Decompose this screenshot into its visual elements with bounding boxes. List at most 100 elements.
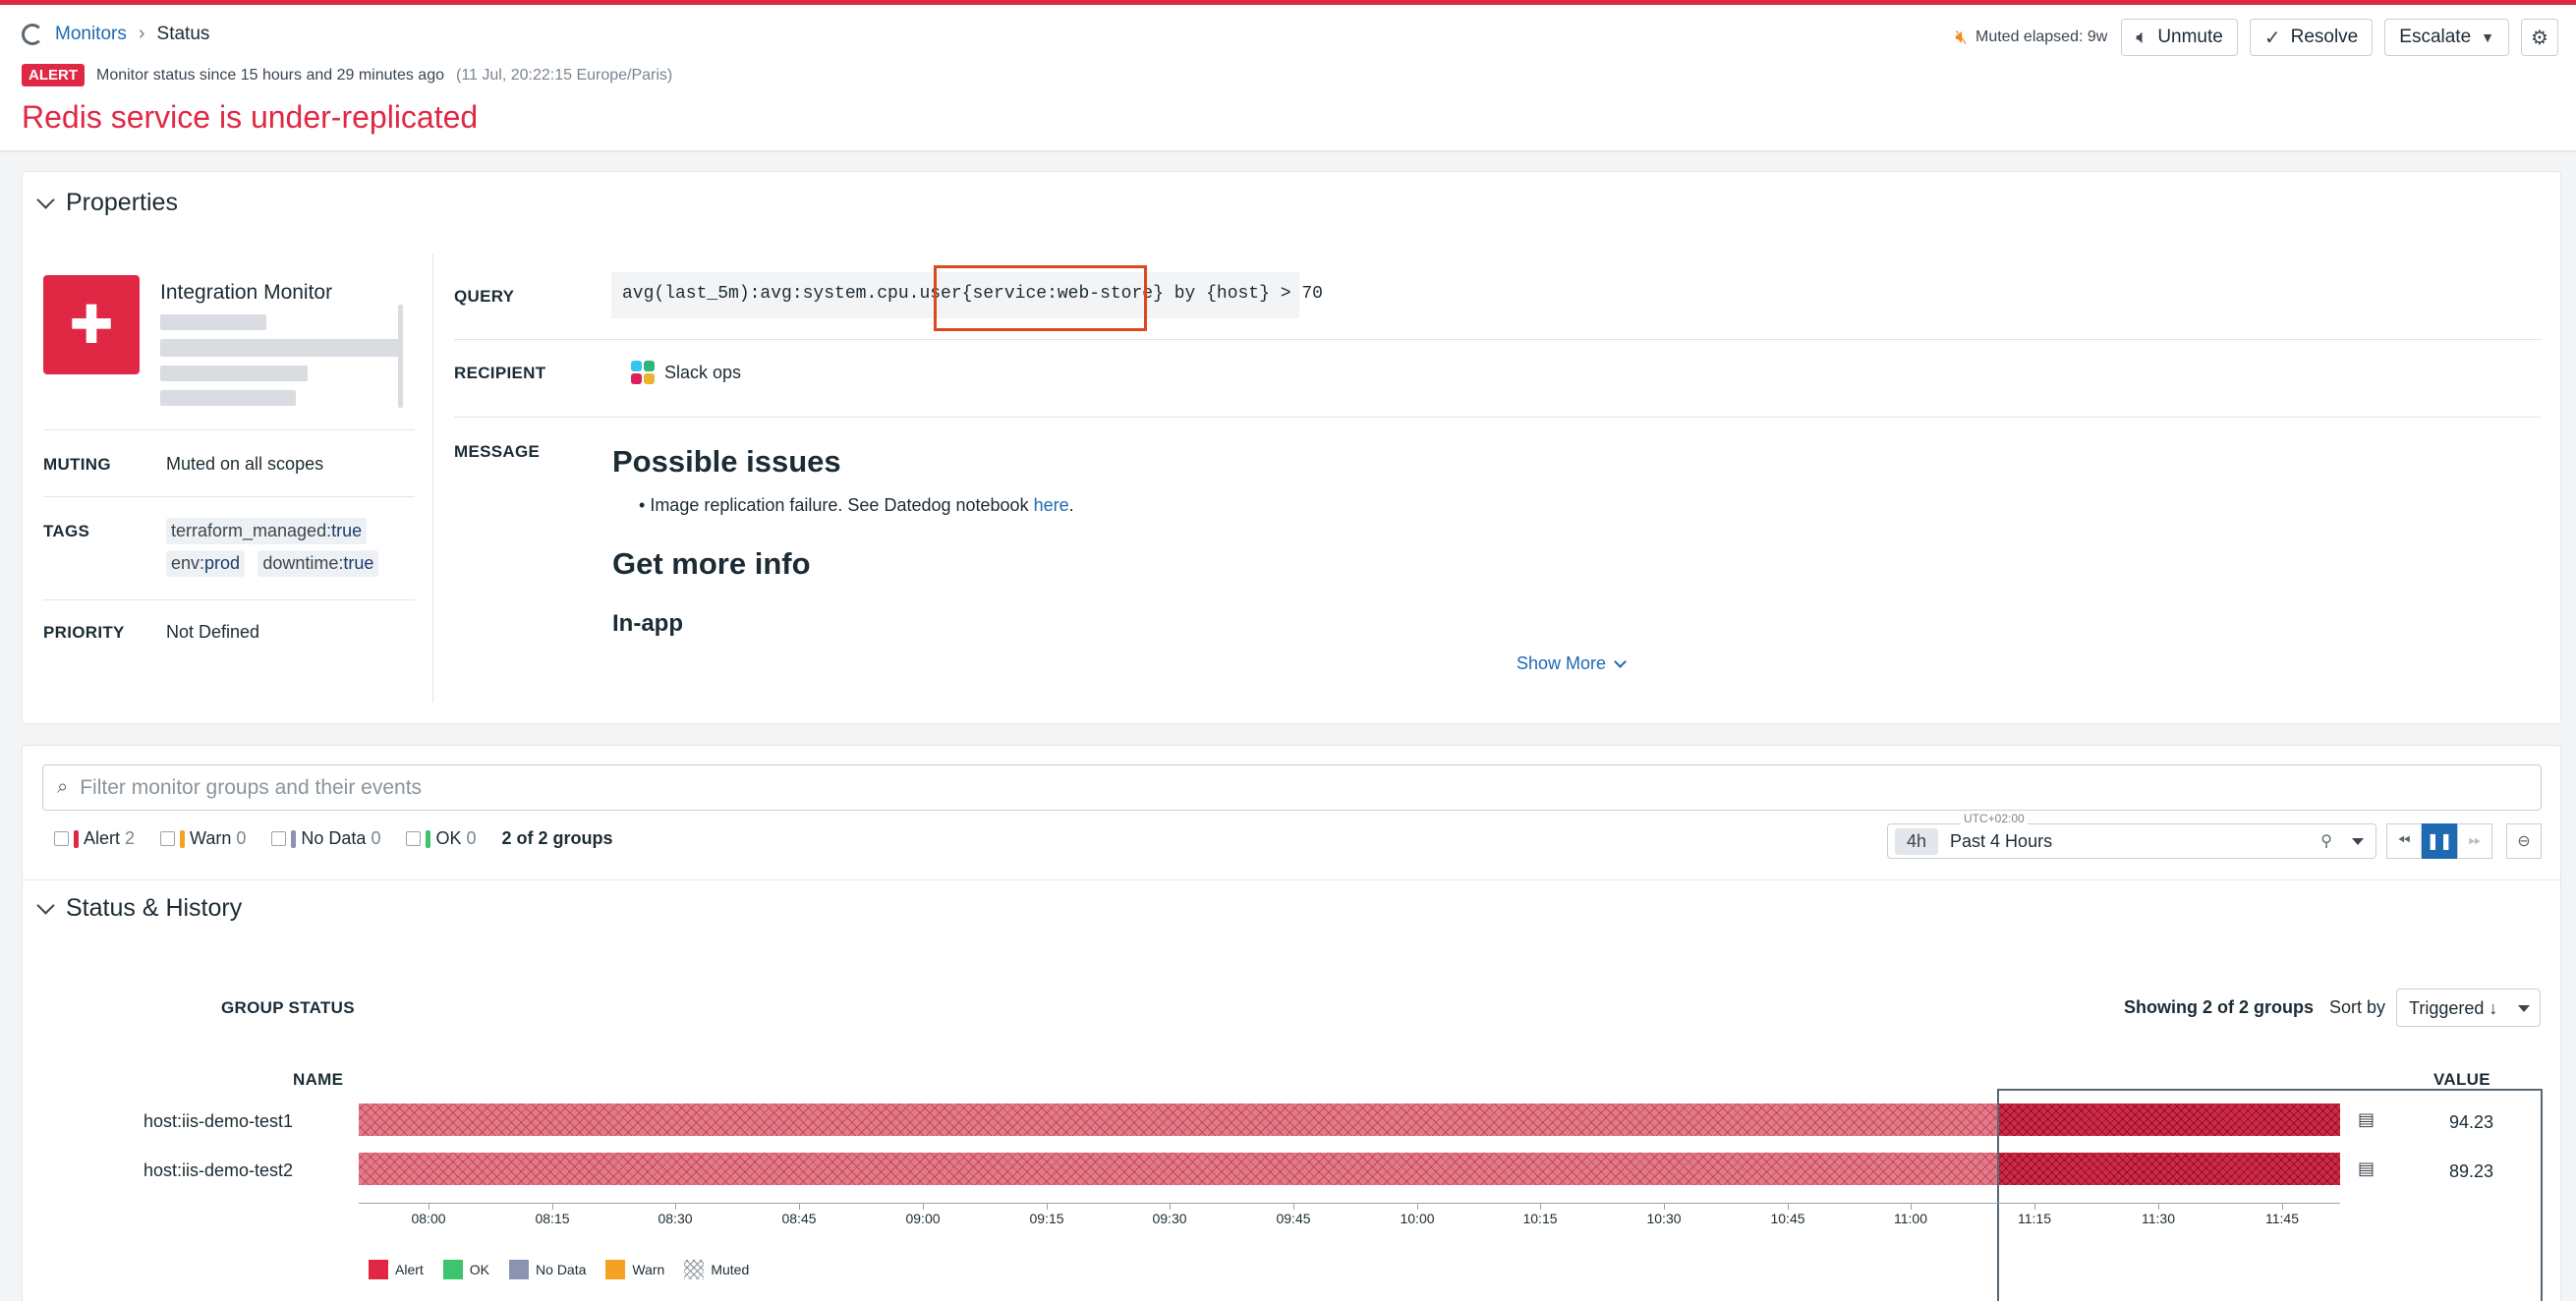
group-row-host[interactable]: host:iis-demo-test1 <box>77 1111 293 1132</box>
status-bar-muted-alert[interactable] <box>359 1103 1997 1136</box>
properties-panel <box>22 171 2561 724</box>
time-axis-tick-label: 08:30 <box>658 1211 693 1226</box>
status-history-title: Status & History <box>66 894 243 922</box>
zoom-out-button[interactable]: ⊖ <box>2506 823 2542 859</box>
status-legend: Alert OK No Data Warn Muted <box>369 1260 749 1279</box>
time-range-picker[interactable]: 4h Past 4 Hours ⚲ <box>1887 823 2376 859</box>
timezone-label: UTC+02:00 <box>1961 812 2028 825</box>
checkbox[interactable] <box>406 831 422 846</box>
time-axis-tick <box>1417 1203 1418 1210</box>
show-more-label: Show More <box>1517 653 1607 673</box>
time-axis-tick-label: 10:00 <box>1400 1211 1435 1226</box>
unmute-button[interactable]: 🔈︎ Unmute <box>2121 19 2238 56</box>
escalate-dropdown[interactable]: Escalate ▼ <box>2384 19 2509 56</box>
show-more-button[interactable]: Show More <box>1517 653 1627 674</box>
tags-label: TAGS <box>43 522 90 540</box>
time-axis <box>359 1203 2340 1204</box>
time-axis-tick-label: 08:45 <box>781 1211 817 1226</box>
breadcrumb-current: Status <box>156 23 210 44</box>
slack-icon <box>631 361 655 384</box>
speaker-icon: 🔈︎ <box>2136 26 2148 48</box>
recipient-label: RECIPIENT <box>454 364 546 382</box>
time-axis-tick <box>1911 1203 1912 1210</box>
time-axis-tick-label: 11:15 <box>2018 1211 2051 1226</box>
tag-terraform-managed[interactable]: terraform_managed:true <box>166 518 368 544</box>
name-column-header: NAME <box>293 1070 344 1089</box>
checkbox[interactable] <box>160 831 176 846</box>
query-label: QUERY <box>454 287 515 306</box>
message-heading-in-app: In-app <box>612 610 683 637</box>
muting-label: MUTING <box>43 455 111 474</box>
time-axis-tick-label: 09:45 <box>1276 1211 1311 1226</box>
query-highlight-annotation <box>934 265 1147 331</box>
muted-elapsed: 🔇︎ Muted elapsed: 9w <box>1955 27 2107 49</box>
time-axis-tick-label: 10:45 <box>1770 1211 1805 1226</box>
status-history-section-toggle[interactable]: Status & History <box>36 894 243 923</box>
groups-count: 2 of 2 groups <box>501 828 613 848</box>
filter-warn[interactable]: Warn 0 <box>160 828 246 849</box>
caret-down-icon: ▼ <box>2481 29 2494 45</box>
recipient-slack-ops[interactable]: Slack ops <box>631 361 741 384</box>
alert-swatch <box>74 829 79 848</box>
time-axis-tick <box>1788 1203 1789 1210</box>
time-axis-tick-label: 11:00 <box>1894 1211 1927 1226</box>
breadcrumb-chevron-icon: › <box>138 23 145 44</box>
search-placeholder: Filter monitor groups and their events <box>80 775 423 799</box>
properties-section-toggle[interactable]: Properties <box>36 189 178 217</box>
page-header: Monitors › Status ALERT Monitor status s… <box>0 5 2576 152</box>
tag-env[interactable]: env:prod <box>166 550 246 577</box>
ok-swatch <box>426 829 431 848</box>
status-line: ALERT Monitor status since 15 hours and … <box>22 64 672 86</box>
page-title: Redis service is under-replicated <box>22 99 479 135</box>
breadcrumb-monitors-link[interactable]: Monitors <box>55 24 127 45</box>
time-axis-tick <box>2282 1203 2283 1210</box>
rewind-button[interactable]: ⏪︎ <box>2386 823 2422 859</box>
filter-no-data[interactable]: No Data 0 <box>271 828 380 849</box>
legend-alert: Alert <box>369 1260 424 1279</box>
unmute-label: Unmute <box>2157 27 2223 47</box>
checkbox[interactable] <box>54 831 69 846</box>
status-since-text: Monitor status since 15 hours and 29 min… <box>96 66 444 84</box>
sort-value: Triggered ↓ <box>2409 998 2498 1018</box>
time-axis-tick <box>1170 1203 1171 1210</box>
pause-button[interactable]: ❚❚ <box>2422 823 2457 859</box>
message-label: MESSAGE <box>454 442 541 461</box>
tags-list: terraform_managed:true env:prod downtime… <box>166 518 402 577</box>
filter-alert[interactable]: Alert 2 <box>54 828 135 849</box>
checkbox[interactable] <box>271 831 287 846</box>
time-axis-tick-label: 10:15 <box>1522 1211 1558 1226</box>
caret-down-icon[interactable] <box>2352 838 2364 845</box>
status-filters: Alert 2 Warn 0 No Data 0 OK 0 2 of 2 gro… <box>54 828 613 849</box>
group-row-host[interactable]: host:iis-demo-test2 <box>77 1160 293 1181</box>
time-axis-tick-label: 11:30 <box>2142 1211 2175 1226</box>
chevron-down-icon <box>1614 654 1627 668</box>
status-bar-muted-alert[interactable] <box>359 1153 1997 1185</box>
time-axis-tick-label: 10:30 <box>1646 1211 1682 1226</box>
search-icon: ⌕ <box>57 776 69 798</box>
notebook-link[interactable]: here <box>1034 495 1069 515</box>
datadog-logo-icon[interactable] <box>22 23 43 45</box>
caret-down-icon <box>2518 1005 2530 1012</box>
fast-forward-button[interactable]: ⏩︎ <box>2457 823 2492 859</box>
showing-groups-text: Showing 2 of 2 groups <box>2124 997 2314 1017</box>
settings-button[interactable]: ⚙ <box>2521 19 2558 56</box>
time-axis-tick-label: 08:15 <box>535 1211 570 1226</box>
integration-monitor-icon: ✚ <box>43 275 140 374</box>
tag-downtime[interactable]: downtime:true <box>258 550 379 577</box>
time-axis-tick <box>1664 1203 1665 1210</box>
resolve-button[interactable]: ✓ Resolve <box>2249 19 2374 56</box>
legend-muted: Muted <box>684 1260 749 1279</box>
sort-select[interactable]: Triggered ↓ <box>2396 989 2541 1027</box>
legend-ok: OK <box>442 1260 489 1279</box>
warn-swatch <box>180 829 186 848</box>
monitor-type: Integration Monitor <box>160 281 333 304</box>
time-axis-tick <box>2158 1203 2159 1210</box>
priority-label: PRIORITY <box>43 623 125 642</box>
search-input[interactable]: ⌕ Filter monitor groups and their events <box>42 764 2542 811</box>
message-heading-get-more-info: Get more info <box>612 546 811 581</box>
zoom-selection-box[interactable] <box>1997 1089 2543 1301</box>
time-range-short: 4h <box>1895 827 1939 855</box>
pin-icon[interactable]: ⚲ <box>2320 831 2332 851</box>
filter-ok[interactable]: OK 0 <box>406 828 476 849</box>
chevron-down-icon <box>36 895 55 915</box>
